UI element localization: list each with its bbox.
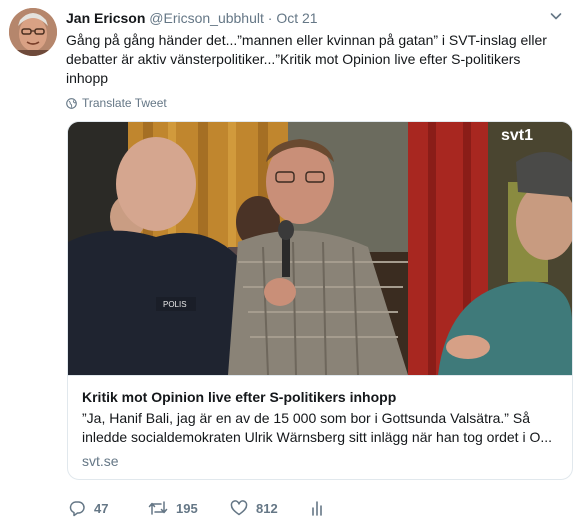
avatar-photo [9, 8, 57, 56]
link-card[interactable]: POLIS svt1 Kritik mot Opinion live efter… [67, 121, 573, 480]
card-body[interactable]: Kritik mot Opinion live efter S-politike… [68, 375, 572, 479]
svt1-watermark: svt1 [501, 127, 533, 144]
like-button[interactable]: 812 [230, 497, 278, 519]
reply-count: 47 [94, 500, 109, 516]
card-photo: POLIS svt1 [68, 122, 572, 376]
separator-dot: · [267, 10, 273, 26]
card-description: ”Ja, Hanif Bali, jag är en av de 15 000 … [82, 410, 553, 445]
card-domain: svt.se [82, 453, 119, 469]
tweet-header: Jan Ericson @Ericson_ubbhult · Oct 21 [66, 9, 318, 27]
tweet-timestamp[interactable]: Oct 21 [276, 10, 317, 26]
author-name[interactable]: Jan Ericson [66, 10, 145, 26]
reply-button[interactable]: 47 [68, 497, 108, 519]
chevron-down-icon [550, 13, 562, 20]
tweet[interactable]: Jan Ericson @Ericson_ubbhult · Oct 21 Gå… [0, 0, 579, 524]
card-title: Kritik mot Opinion live efter S-politike… [82, 389, 397, 405]
author-handle[interactable]: @Ericson_ubbhult [149, 10, 264, 26]
globe-icon [66, 97, 77, 109]
tweet-text: Gång på gång händer det...”mannen eller … [66, 32, 547, 86]
card-image[interactable]: POLIS svt1 [68, 122, 572, 376]
translate-label: Translate Tweet [82, 96, 167, 110]
reply-icon [69, 501, 85, 517]
police-badge-text: POLIS [163, 300, 187, 309]
tweet-menu-button[interactable] [548, 8, 564, 24]
avatar[interactable] [9, 8, 57, 56]
like-count: 812 [256, 500, 278, 516]
retweet-count: 195 [176, 500, 198, 516]
retweet-icon [148, 501, 168, 515]
translate-tweet-link[interactable]: Translate Tweet [66, 96, 167, 110]
retweet-button[interactable]: 195 [148, 497, 198, 519]
heart-icon [230, 500, 248, 516]
analytics-button[interactable] [311, 497, 325, 519]
analytics-icon [312, 501, 322, 516]
